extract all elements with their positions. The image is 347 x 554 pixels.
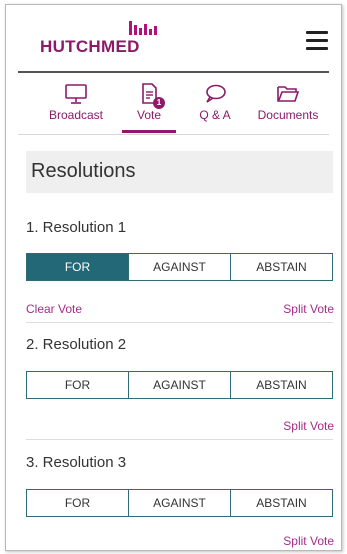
section-title: Resolutions <box>31 160 136 182</box>
resolution-3-split-vote-link[interactable]: Split Vote <box>283 534 334 548</box>
resolution-1-clear-vote-link[interactable]: Clear Vote <box>26 302 82 316</box>
resolution-3-title: 3. Resolution 3 <box>26 454 127 471</box>
tabs-divider <box>18 134 329 135</box>
resolution-1-against-button[interactable]: AGAINST <box>129 254 231 280</box>
tab-documents[interactable]: Documents <box>252 75 324 133</box>
logo-text: HUTCHMED <box>40 37 140 56</box>
header: HUTCHMED <box>6 5 341 69</box>
resolution-1-split-vote-link[interactable]: Split Vote <box>283 302 334 316</box>
resolution-1-title: 1. Resolution 1 <box>26 219 127 236</box>
resolution-1-abstain-button[interactable]: ABSTAIN <box>231 254 332 280</box>
app-frame: HUTCHMED Broadcast 1 Vote Q & A Document… <box>5 4 342 551</box>
logo-bars-icon <box>129 19 157 35</box>
resolution-3-abstain-button[interactable]: ABSTAIN <box>231 490 332 516</box>
tab-vote-label: Vote <box>136 108 162 122</box>
tab-vote[interactable]: 1 Vote <box>122 75 176 133</box>
resolution-2-split-vote-link[interactable]: Split Vote <box>283 419 334 433</box>
resolution-2-against-button[interactable]: AGAINST <box>129 372 231 398</box>
tab-broadcast-label: Broadcast <box>48 108 104 122</box>
tab-qa[interactable]: Q & A <box>188 75 242 133</box>
resolution-2-vote-group: FOR AGAINST ABSTAIN <box>26 371 333 399</box>
tab-bar: Broadcast 1 Vote Q & A Documents <box>18 75 329 133</box>
resolution-1-vote-group: FOR AGAINST ABSTAIN <box>26 253 333 281</box>
resolution-2-for-button[interactable]: FOR <box>27 372 129 398</box>
hamburger-menu-icon[interactable] <box>306 31 328 50</box>
vote-badge: 1 <box>153 97 165 109</box>
resolution-2-divider <box>26 439 333 440</box>
hutchmed-logo: HUTCHMED <box>40 19 170 63</box>
tab-broadcast[interactable]: Broadcast <box>41 75 111 133</box>
resolution-2-abstain-button[interactable]: ABSTAIN <box>231 372 332 398</box>
resolution-1-for-button[interactable]: FOR <box>27 254 129 280</box>
resolution-1-divider <box>26 322 333 323</box>
monitor-icon <box>65 84 87 104</box>
resolution-3-against-button[interactable]: AGAINST <box>129 490 231 516</box>
resolutions-header: Resolutions <box>26 151 333 193</box>
tab-qa-label: Q & A <box>199 108 231 122</box>
chat-bubble-icon <box>206 84 226 103</box>
resolution-3-for-button[interactable]: FOR <box>27 490 129 516</box>
header-divider <box>18 71 329 73</box>
resolution-2-title: 2. Resolution 2 <box>26 336 127 353</box>
tab-documents-label: Documents <box>257 108 319 122</box>
folder-icon <box>277 86 300 102</box>
resolution-3-vote-group: FOR AGAINST ABSTAIN <box>26 489 333 517</box>
